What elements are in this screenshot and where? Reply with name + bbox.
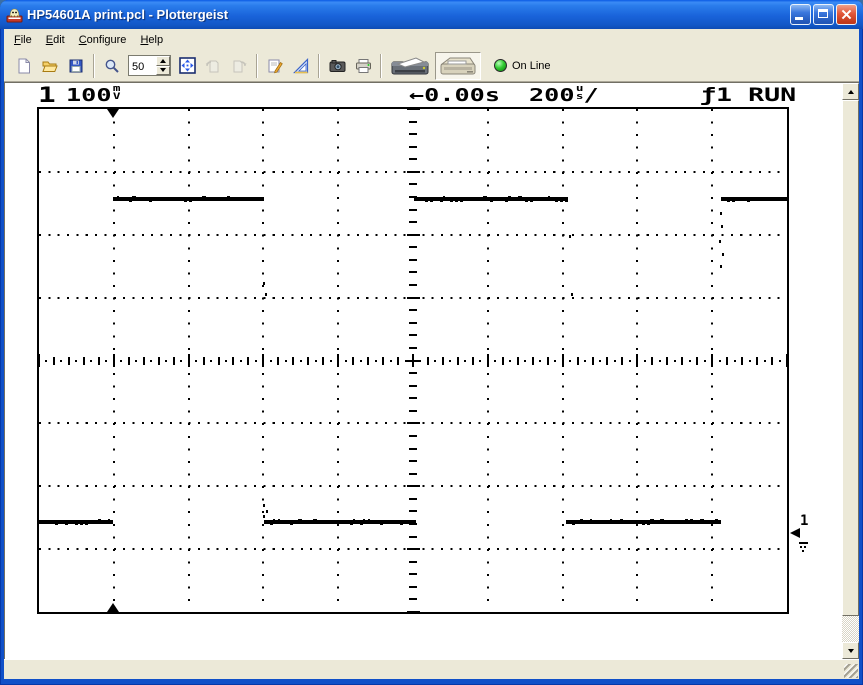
timebase-label: 200us/ (529, 85, 599, 106)
printer-preview-button[interactable] (387, 52, 433, 80)
edge-dot (265, 293, 267, 296)
scroll-down-button[interactable] (842, 642, 859, 659)
zoom-percent-spinner (128, 55, 171, 76)
edit-settings-button[interactable] (263, 54, 287, 78)
maximize-button[interactable] (813, 4, 834, 25)
ruler-icon (293, 58, 309, 74)
edge-dot (263, 504, 265, 507)
toolbar-separator (93, 54, 95, 78)
scrollbar-thumb[interactable] (842, 100, 859, 616)
minimize-button[interactable] (790, 4, 811, 25)
edge-dot (571, 293, 573, 296)
plotter-icon (438, 54, 478, 78)
scroll-up-button[interactable] (842, 83, 859, 100)
channel-marker-number: 1 (800, 513, 808, 529)
trigger-marker-bottom-icon (107, 603, 119, 612)
magnifier-icon (104, 58, 120, 74)
channel-volts-label: 100mV (66, 85, 121, 106)
app-ghost-icon (6, 6, 23, 23)
open-file-button[interactable] (38, 54, 62, 78)
page-back-button[interactable] (201, 54, 225, 78)
delay-label: ←0.00s (409, 85, 500, 106)
edge-dot (722, 253, 724, 256)
scroll-down-icon (848, 649, 854, 653)
open-folder-icon (42, 58, 58, 74)
edge-dot (719, 240, 721, 243)
close-button[interactable] (836, 4, 857, 25)
camera-icon (329, 58, 346, 74)
toolbar-separator (380, 54, 382, 78)
page-forward-button[interactable] (227, 54, 251, 78)
menu-item-help[interactable]: Help (133, 32, 170, 48)
menu-item-edit[interactable]: Edit (39, 32, 72, 48)
scroll-up-icon (848, 90, 854, 94)
channel-arrow-icon (790, 528, 800, 538)
toolbar-separator (318, 54, 320, 78)
edge-dot (720, 265, 722, 268)
printer-icon (355, 58, 372, 74)
spin-down-icon (160, 68, 166, 72)
zoom-fit-button[interactable] (175, 54, 199, 78)
online-led-icon (494, 59, 507, 72)
online-label: On Line (512, 60, 551, 72)
menu-bar: FileEditConfigureHelp (4, 29, 859, 50)
vertical-scrollbar[interactable] (842, 82, 859, 659)
print-preview-page: 1 100mV ←0.00s 200us/ ƒ1 RUN 1 (4, 82, 842, 659)
close-icon (837, 5, 856, 24)
menu-item-configure[interactable]: Configure (72, 32, 134, 48)
spin-down-button[interactable] (156, 66, 170, 76)
ground-symbol-icon (799, 542, 809, 554)
edge-dot (721, 225, 723, 228)
app-window: HP54601A print.pcl - Plottergeist FileEd… (0, 0, 863, 685)
snapshot-button[interactable] (325, 54, 349, 78)
edge-dot (569, 235, 571, 238)
menu-item-file[interactable]: File (7, 32, 39, 48)
channel-ground-marker: 1 (790, 515, 814, 571)
toolbar: On Line (4, 50, 859, 82)
edge-dot (263, 282, 265, 285)
print-button[interactable] (351, 54, 375, 78)
edge-dot (263, 515, 265, 518)
new-document-button[interactable] (12, 54, 36, 78)
maximize-icon (818, 9, 828, 18)
trigger-status-label: ƒ1 RUN (700, 84, 796, 106)
trigger-marker-top-icon (107, 109, 119, 118)
page-back-icon (205, 58, 221, 74)
channel-number-label: 1 (38, 83, 56, 107)
resize-grip[interactable] (844, 664, 858, 678)
page-forward-icon (231, 58, 247, 74)
scope-graticule (37, 107, 789, 614)
new-document-icon (16, 58, 32, 74)
save-file-button[interactable] (64, 54, 88, 78)
zoom-button[interactable] (100, 54, 124, 78)
edge-dot (266, 510, 268, 513)
window-title: HP54601A print.pcl - Plottergeist (27, 7, 790, 22)
waveform-segment (721, 197, 787, 201)
status-bar (4, 659, 859, 679)
minimize-icon (795, 17, 803, 20)
spin-up-button[interactable] (156, 56, 170, 66)
notepad-pencil-icon (267, 58, 283, 74)
plotter-output-button[interactable] (435, 52, 481, 80)
toolbar-separator (256, 54, 258, 78)
measure-ruler-button[interactable] (289, 54, 313, 78)
waveform-segment (264, 520, 416, 524)
title-bar[interactable]: HP54601A print.pcl - Plottergeist (0, 0, 863, 29)
zoom-percent-input[interactable] (129, 56, 156, 75)
zoom-fit-icon (179, 57, 196, 74)
save-floppy-icon (68, 58, 84, 74)
scrollbar-track[interactable] (842, 616, 859, 642)
laser-printer-icon (390, 54, 430, 78)
edge-dot (720, 212, 722, 215)
spin-up-icon (160, 59, 166, 63)
